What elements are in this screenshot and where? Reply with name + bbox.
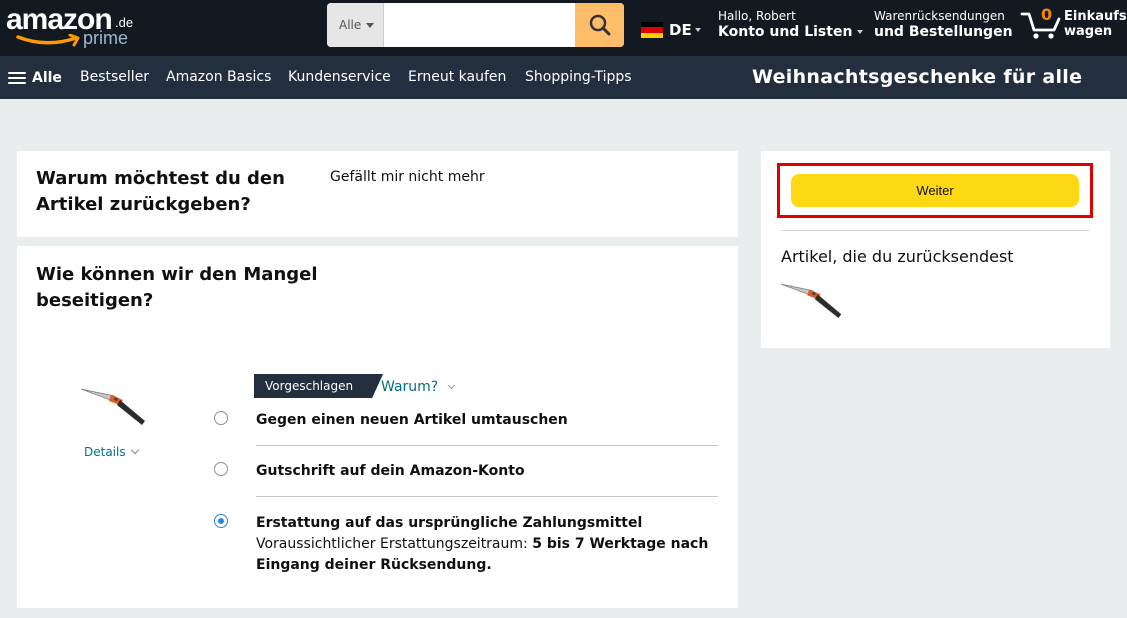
- option-divider: [256, 445, 718, 446]
- smile-arrow-icon: [16, 34, 80, 47]
- search-department-label: Alle: [339, 18, 362, 32]
- continue-button[interactable]: Weiter: [791, 174, 1079, 207]
- folding-saw-thumbnail: [780, 283, 842, 318]
- returned-items-title: Artikel, die du zurücksendest: [781, 247, 1014, 266]
- top-header: amazon .de prime Alle DE Hallo, Robert K…: [0, 0, 1127, 56]
- nav-item-amazon-basics[interactable]: Amazon Basics: [166, 69, 271, 85]
- returns-label: Warenrücksendungen: [874, 9, 1005, 23]
- option-divider: [256, 496, 718, 497]
- returns-and-orders[interactable]: Warenrücksendungen und Bestellungen: [874, 9, 1013, 41]
- option-refund-label: Erstattung auf das ursprüngliche Zahlung…: [256, 515, 643, 531]
- amazon-prime-logo[interactable]: amazon .de prime: [6, 3, 136, 51]
- logo-prime: prime: [83, 28, 129, 48]
- all-menu-button[interactable]: Alle: [8, 69, 62, 87]
- radio-refund-selected[interactable]: [214, 514, 228, 528]
- return-reason-answer: Gefällt mir nicht mehr: [330, 169, 485, 185]
- why-link[interactable]: Warum?: [381, 379, 456, 395]
- continue-button-highlight: Weiter: [777, 163, 1093, 218]
- account-and-lists[interactable]: Hallo, Robert Konto und Listen: [718, 9, 864, 41]
- chevron-down-icon: [857, 30, 864, 34]
- nav-item-bestseller[interactable]: Bestseller: [80, 69, 149, 85]
- account-lists-label: Konto und Listen: [718, 23, 864, 41]
- refund-timeframe-text: Voraussichtlicher Erstattungszeitraum: 5…: [256, 536, 709, 573]
- all-menu-label: Alle: [32, 70, 62, 86]
- option-store-credit-label: Gutschrift auf dein Amazon-Konto: [256, 463, 525, 479]
- suggested-badge: Vorgeschlagen: [254, 374, 383, 398]
- orders-label: und Bestellungen: [874, 24, 1013, 40]
- nav-bar: Alle Bestseller Amazon Basics Kundenserv…: [0, 56, 1127, 99]
- nav-item-shopping-tipps[interactable]: Shopping-Tipps: [525, 69, 632, 85]
- folding-saw-product-image[interactable]: [79, 386, 149, 428]
- chevron-down-icon: [366, 22, 375, 28]
- search-icon: [589, 14, 610, 36]
- account-greeting: Hallo, Robert: [718, 9, 796, 23]
- germany-flag-icon: [641, 22, 663, 38]
- cart-label: Einkaufs- wagen: [1064, 9, 1127, 39]
- radio-exchange[interactable]: [214, 411, 228, 425]
- chevron-down-icon: [130, 445, 139, 455]
- return-reason-question: Warum möchtest du den Artikel zurückgebe…: [36, 168, 285, 215]
- nav-item-kundenservice[interactable]: Kundenservice: [288, 69, 391, 85]
- language-code: DE: [669, 21, 692, 39]
- language-selector[interactable]: DE: [641, 18, 701, 42]
- sidebar-card: Weiter Artikel, die du zurücksendest: [761, 151, 1110, 348]
- resolution-card: Wie können wir den Mangel beseitigen? De…: [17, 246, 738, 608]
- promo-banner[interactable]: Weihnachtsgeschenke für alle: [752, 66, 1082, 88]
- sidebar-divider: [781, 230, 1090, 231]
- chevron-down-icon: [694, 28, 701, 32]
- nav-item-erneut-kaufen[interactable]: Erneut kaufen: [408, 69, 506, 85]
- return-reason-card: Warum möchtest du den Artikel zurückgebe…: [17, 151, 738, 237]
- cart-button[interactable]: 0 Einkaufs- wagen: [1020, 5, 1127, 47]
- radio-store-credit[interactable]: [214, 462, 228, 476]
- resolution-question: Wie können wir den Mangel beseitigen?: [36, 264, 318, 311]
- details-link[interactable]: Details: [84, 445, 139, 459]
- search-input[interactable]: [384, 3, 575, 47]
- chevron-down-icon: [448, 381, 456, 389]
- hamburger-menu-icon: [8, 69, 26, 87]
- search-bar: Alle: [327, 3, 624, 47]
- search-button[interactable]: [575, 3, 624, 47]
- option-exchange-label: Gegen einen neuen Artikel umtauschen: [256, 412, 568, 428]
- cart-count: 0: [1041, 5, 1053, 24]
- search-department-select[interactable]: Alle: [327, 3, 384, 47]
